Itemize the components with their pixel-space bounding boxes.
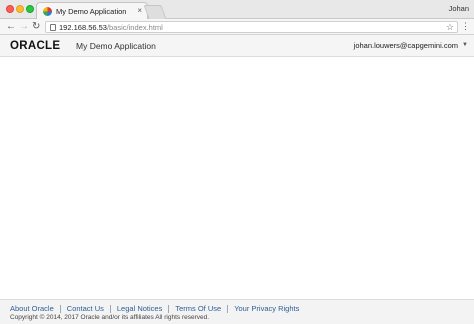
browser-tab[interactable]: My Demo Application × — [36, 2, 148, 20]
back-arrow-icon[interactable]: ← — [6, 21, 16, 32]
tab-close-icon[interactable]: × — [137, 6, 142, 16]
chevron-down-icon[interactable]: ▼ — [462, 42, 468, 48]
reload-icon[interactable]: ↻ — [32, 21, 40, 32]
footer-divider — [59, 304, 61, 313]
main-content — [0, 57, 474, 299]
footer-link-privacy-rights[interactable]: Your Privacy Rights — [234, 304, 299, 313]
new-tab-button[interactable] — [143, 5, 167, 19]
page-footer: About Oracle Contact Us Legal Notices Te… — [0, 299, 474, 324]
profile-name[interactable]: Johan — [449, 4, 469, 13]
footer-divider — [227, 304, 229, 313]
app-header: ORACLE My Demo Application johan.louwers… — [0, 35, 474, 57]
copyright-text: Copyright © 2014, 2017 Oracle and/or its… — [10, 314, 210, 321]
app-title: My Demo Application — [76, 41, 156, 51]
browser-menu-icon[interactable]: ⋮ — [461, 21, 470, 32]
footer-link-terms-of-use[interactable]: Terms Of Use — [175, 304, 221, 313]
url-path: /basic/index.html — [106, 23, 163, 32]
footer-link-contact-us[interactable]: Contact Us — [67, 304, 104, 313]
footer-divider — [168, 304, 170, 313]
url-host: 192.168.56.53 — [59, 23, 107, 32]
window-minimize-button[interactable] — [16, 5, 24, 13]
title-bar: My Demo Application × Johan — [0, 0, 474, 20]
page-info-icon[interactable] — [50, 24, 56, 31]
footer-divider — [109, 304, 111, 313]
url-text[interactable]: 192.168.56.53/basic/index.html — [59, 23, 163, 32]
footer-links: About Oracle Contact Us Legal Notices Te… — [10, 304, 299, 313]
favicon-icon — [43, 7, 52, 16]
footer-link-about-oracle[interactable]: About Oracle — [10, 304, 54, 313]
footer-link-legal-notices[interactable]: Legal Notices — [117, 304, 162, 313]
oracle-logo[interactable]: ORACLE — [10, 40, 60, 52]
address-bar[interactable]: 192.168.56.53/basic/index.html ☆ — [45, 21, 458, 33]
browser-window: My Demo Application × Johan ← → ↻ 192.16… — [0, 0, 474, 324]
forward-arrow-icon[interactable]: → — [19, 21, 29, 32]
window-maximize-button[interactable] — [26, 5, 34, 13]
tab-title: My Demo Application — [56, 7, 127, 16]
window-close-button[interactable] — [6, 5, 14, 13]
browser-toolbar: ← → ↻ 192.168.56.53/basic/index.html ☆ ⋮ — [0, 19, 474, 35]
user-menu[interactable]: johan.louwers@capgemini.com — [354, 41, 458, 50]
bookmark-star-icon[interactable]: ☆ — [446, 22, 454, 33]
